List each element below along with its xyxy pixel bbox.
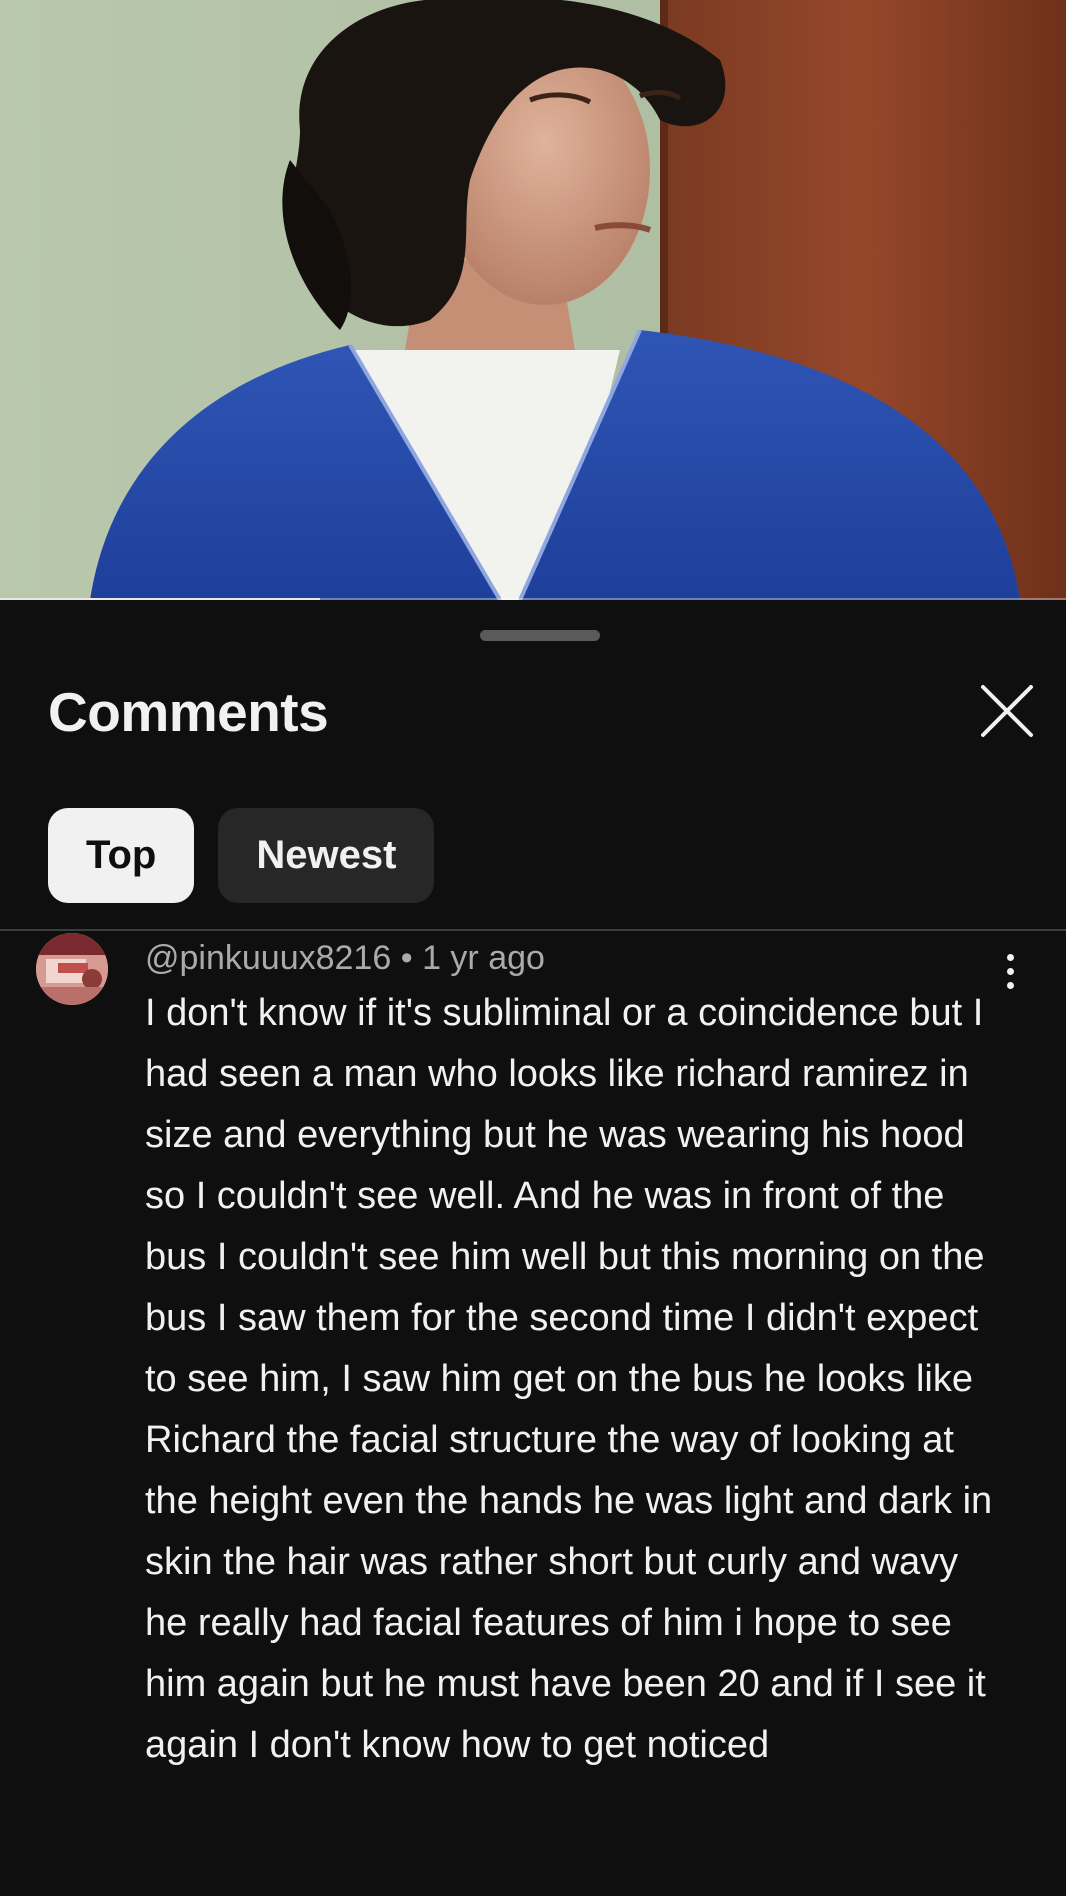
video-player[interactable] bbox=[0, 0, 1066, 600]
comments-title: Comments bbox=[48, 681, 329, 743]
divider bbox=[0, 929, 1066, 931]
video-thumbnail bbox=[0, 0, 1066, 600]
comments-sheet: Comments Top Newest @pinkuuux8216 • 1 yr… bbox=[0, 604, 1066, 1896]
video-progress-fill bbox=[0, 598, 320, 600]
drag-handle[interactable] bbox=[480, 630, 600, 641]
avatar-image-icon bbox=[36, 933, 108, 1005]
close-icon bbox=[981, 685, 1033, 737]
close-button[interactable] bbox=[976, 680, 1038, 742]
comment-author[interactable]: @pinkuuux8216 bbox=[145, 939, 391, 977]
more-vert-icon-dot bbox=[1006, 967, 1014, 975]
meta-separator: • bbox=[400, 939, 413, 977]
video-progress-bar[interactable] bbox=[0, 598, 1066, 600]
chip-top[interactable]: Top bbox=[48, 808, 195, 903]
comment-time: 1 yr ago bbox=[422, 939, 545, 977]
sort-filter-chips: Top Newest bbox=[48, 808, 435, 903]
comment-meta: @pinkuuux8216 • 1 yr ago bbox=[145, 939, 545, 978]
more-vert-icon bbox=[1006, 953, 1014, 961]
comment-text: I don't know if it's subliminal or a coi… bbox=[145, 992, 993, 1766]
avatar[interactable] bbox=[36, 933, 108, 1005]
chip-newest[interactable]: Newest bbox=[218, 808, 435, 903]
more-vert-icon-dot bbox=[1006, 981, 1014, 989]
